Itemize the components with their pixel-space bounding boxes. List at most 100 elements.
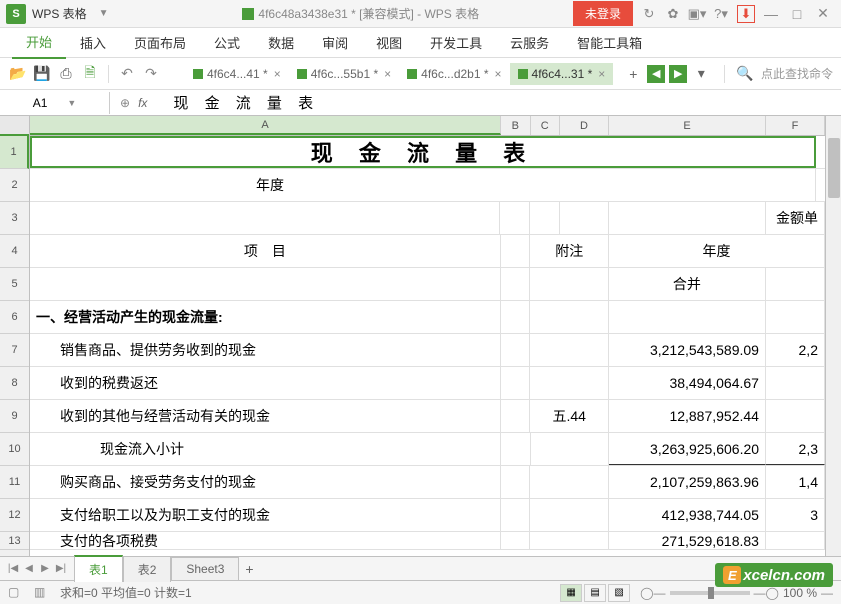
save-icon[interactable]: 💾 (32, 64, 52, 84)
cell-e[interactable]: 412,938,744.05 (609, 499, 766, 531)
zoom-in-button[interactable]: —◯ (754, 586, 779, 600)
update-icon[interactable]: ⬇ (737, 5, 755, 23)
ribbon-tab-start[interactable]: 开始 (12, 26, 66, 59)
sheet-first-icon[interactable]: |◀ (6, 562, 20, 576)
cell-d[interactable]: 五.44 (530, 400, 609, 432)
cell[interactable] (530, 367, 609, 399)
sheet-prev-icon[interactable]: ◀ (22, 562, 36, 576)
zoom-value[interactable]: 100 % (783, 586, 817, 600)
col-header-d[interactable]: D (560, 116, 609, 135)
cell-a[interactable]: 收到的税费返还 (30, 367, 501, 399)
name-box[interactable]: A1 ▼ (0, 92, 110, 114)
close-icon[interactable]: × (384, 67, 391, 81)
open-icon[interactable]: 📂 (8, 64, 28, 84)
ribbon-tab-formula[interactable]: 公式 (200, 27, 254, 58)
cell[interactable] (530, 301, 609, 333)
sync-icon[interactable]: ↻ (641, 6, 657, 22)
cell[interactable] (30, 202, 500, 234)
sheet-tab-2[interactable]: 表2 (123, 556, 172, 582)
tab-next-button[interactable]: ▶ (669, 65, 687, 83)
settings-icon[interactable]: ✿ (665, 6, 681, 22)
sheet-tab-3[interactable]: Sheet3 (171, 557, 239, 580)
cell-f[interactable]: 2,3 (766, 433, 825, 465)
row-header-12[interactable]: 12 (0, 499, 29, 532)
cell[interactable] (530, 202, 560, 234)
fx-label[interactable]: fx (138, 96, 147, 110)
cell[interactable] (500, 202, 530, 234)
cell-e[interactable] (609, 301, 766, 333)
cell[interactable] (530, 466, 609, 498)
grid[interactable]: 现 金 流 量 表 年度 金额单 项 目 附注 年度 (30, 136, 825, 550)
vertical-scrollbar[interactable] (825, 116, 841, 556)
row-header-8[interactable]: 8 (0, 367, 29, 400)
view-normal-button[interactable]: ▦ (560, 584, 582, 602)
help-icon[interactable]: ?▾ (713, 6, 729, 22)
cell-e[interactable]: 38,494,064.67 (609, 367, 766, 399)
ribbon-tab-insert[interactable]: 插入 (66, 27, 120, 58)
cell[interactable] (530, 499, 609, 531)
cell-a[interactable]: 支付的各项税费 (30, 532, 501, 549)
ribbon-tab-data[interactable]: 数据 (254, 27, 308, 58)
print-icon[interactable]: ⎙ (56, 64, 76, 84)
scrollbar-thumb[interactable] (828, 138, 840, 198)
row-header-10[interactable]: 10 (0, 433, 29, 466)
cell-e[interactable]: 3,263,925,606.20 (609, 433, 766, 465)
close-icon[interactable]: × (495, 67, 502, 81)
ribbon-tab-view[interactable]: 视图 (362, 27, 416, 58)
skin-icon[interactable]: ▣▾ (689, 6, 705, 22)
col-header-f[interactable]: F (766, 116, 825, 135)
cell-f[interactable] (766, 367, 825, 399)
redo-icon[interactable]: ↷ (141, 64, 161, 84)
row-header-1[interactable]: 1 (0, 136, 29, 169)
cell[interactable] (530, 268, 609, 300)
cell-a[interactable]: 收到的其他与经营活动有关的现金 (30, 400, 501, 432)
search-input[interactable]: 点此查找命令 (761, 65, 833, 82)
zoom-thumb[interactable] (708, 587, 714, 599)
cell[interactable] (501, 466, 531, 498)
cell-a[interactable]: 支付给职工以及为职工支付的现金 (30, 499, 501, 531)
fx-dropdown-icon[interactable]: ⊕ (120, 96, 130, 110)
cell[interactable] (501, 367, 531, 399)
cell-f[interactable] (766, 400, 825, 432)
file-tab-2[interactable]: 4f6c...55b1 *× (289, 63, 399, 85)
project-header[interactable]: 项 目 (30, 235, 501, 267)
cell-e[interactable]: 3,212,543,589.09 (609, 334, 766, 366)
file-tab-4[interactable]: 4f6c4...31 *× (510, 63, 614, 85)
view-break-button[interactable]: ▧ (608, 584, 630, 602)
file-tab-1[interactable]: 4f6c4...41 *× (185, 63, 289, 85)
cell[interactable] (531, 433, 610, 465)
cell[interactable] (501, 400, 531, 432)
search-icon[interactable]: 🔍 (735, 64, 755, 84)
cell[interactable] (501, 268, 531, 300)
minimize-button[interactable]: — (763, 6, 779, 22)
row-header-3[interactable]: 3 (0, 202, 29, 235)
cell-f[interactable] (766, 532, 825, 549)
row-header-4[interactable]: 4 (0, 235, 29, 268)
cell[interactable]: 年度 (30, 169, 510, 201)
chevron-down-icon[interactable]: ▼ (67, 98, 76, 108)
cell-a[interactable]: 一、经营活动产生的现金流量: (30, 301, 501, 333)
cell[interactable] (501, 334, 531, 366)
select-all-corner[interactable] (0, 116, 29, 136)
cell-a[interactable]: 现金流入小计 (30, 433, 501, 465)
row-header-5[interactable]: 5 (0, 268, 29, 301)
ribbon-tab-pagelayout[interactable]: 页面布局 (120, 27, 200, 58)
cell-f[interactable] (766, 301, 825, 333)
col-header-e[interactable]: E (609, 116, 766, 135)
cell-f[interactable]: 3 (766, 499, 825, 531)
cell-e[interactable]: 2,107,259,863.96 (609, 466, 766, 498)
cell[interactable] (501, 301, 531, 333)
new-tab-icon[interactable]: + (623, 64, 643, 84)
login-button[interactable]: 未登录 (573, 1, 633, 26)
cell[interactable] (609, 202, 766, 234)
cell-e[interactable]: 12,887,952.44 (609, 400, 766, 432)
row-header-6[interactable]: 6 (0, 301, 29, 334)
row-header-9[interactable]: 9 (0, 400, 29, 433)
col-header-a[interactable]: A (30, 116, 501, 135)
row-header-11[interactable]: 11 (0, 466, 29, 499)
cell[interactable] (501, 499, 531, 531)
sheet-last-icon[interactable]: ▶| (54, 562, 68, 576)
cell[interactable] (766, 268, 825, 300)
col-header-b[interactable]: B (501, 116, 530, 135)
cell[interactable] (530, 334, 609, 366)
